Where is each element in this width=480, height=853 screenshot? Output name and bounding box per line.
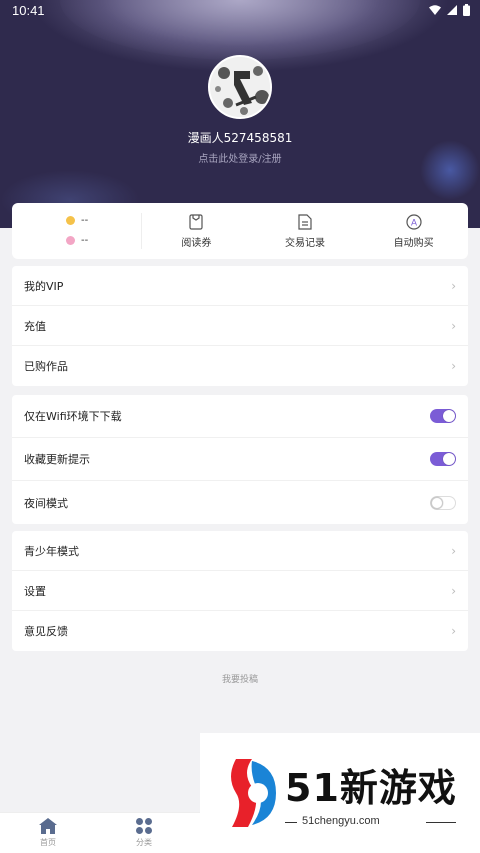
auto-buy-icon: A bbox=[406, 213, 422, 230]
menu-item-label: 设置 bbox=[24, 584, 46, 598]
menu-item-settings[interactable]: 设置 › bbox=[12, 571, 468, 611]
night-mode-toggle[interactable] bbox=[430, 495, 456, 510]
toggle-knob bbox=[443, 410, 455, 422]
watermark-logo-icon bbox=[231, 759, 276, 827]
menu-item-feedback[interactable]: 意见反馈 › bbox=[12, 611, 468, 651]
toggle-knob bbox=[443, 453, 455, 465]
chevron-right-icon: › bbox=[451, 543, 456, 558]
status-time: 10:41 bbox=[12, 3, 45, 18]
toggle-knob bbox=[431, 496, 443, 509]
wifi-icon bbox=[429, 5, 441, 15]
watermark-line bbox=[285, 822, 297, 823]
submit-work-link[interactable]: 我要投稿 bbox=[0, 672, 480, 685]
menu-item-purchased-works[interactable]: 已购作品 › bbox=[12, 346, 468, 386]
chevron-right-icon: › bbox=[451, 278, 456, 293]
username[interactable]: 漫画人527458581 bbox=[0, 129, 480, 146]
settings-toggles: 仅在Wifi环境下下载 收藏更新提示 夜间模式 bbox=[12, 395, 468, 524]
chevron-right-icon: › bbox=[451, 583, 456, 598]
avatar[interactable] bbox=[208, 55, 272, 119]
gold-coin-icon bbox=[66, 216, 75, 225]
watermark-line bbox=[426, 822, 456, 823]
menu-item-label: 我的VIP bbox=[24, 279, 64, 293]
menu-item-label: 青少年模式 bbox=[24, 544, 79, 558]
coin-balance-pink[interactable]: -- bbox=[66, 235, 88, 246]
nav-home[interactable]: 首页 bbox=[18, 817, 78, 848]
menu-item-label: 充值 bbox=[24, 319, 46, 333]
chevron-right-icon: › bbox=[451, 318, 456, 333]
setting-wifi-only-download: 仅在Wifi环境下下载 bbox=[12, 395, 468, 438]
coin-value: -- bbox=[81, 235, 89, 246]
coin-value: -- bbox=[81, 215, 89, 226]
menu-item-recharge[interactable]: 充值 › bbox=[12, 306, 468, 346]
stat-label: 阅读券 bbox=[181, 237, 212, 249]
nav-label: 分类 bbox=[136, 838, 152, 847]
menu-item-label: 意见反馈 bbox=[24, 625, 68, 638]
status-bar: 10:41 bbox=[0, 0, 480, 22]
grid-icon bbox=[136, 818, 152, 834]
transaction-record-button[interactable]: 交易记录 bbox=[251, 203, 360, 259]
document-icon bbox=[298, 213, 312, 230]
battery-icon bbox=[463, 4, 470, 16]
general-menu: 青少年模式 › 设置 › 意见反馈 › bbox=[12, 531, 468, 651]
chevron-right-icon: › bbox=[451, 359, 456, 373]
stats-card: -- -- 阅读券 交易记录 A 自动购买 bbox=[12, 203, 468, 259]
chevron-right-icon: › bbox=[451, 624, 456, 638]
profile-header: 10:41 漫画人527458581 点击此处登录/注册 bbox=[0, 0, 480, 228]
svg-text:A: A bbox=[411, 217, 417, 227]
nav-category[interactable]: 分类 bbox=[114, 817, 174, 848]
watermark: 51新游戏 51chengyu.com bbox=[200, 733, 480, 833]
wifi-download-toggle[interactable] bbox=[430, 409, 456, 423]
signal-icon bbox=[447, 5, 457, 15]
account-menu: 我的VIP › 充值 › 已购作品 › bbox=[12, 266, 468, 386]
pink-coin-icon bbox=[66, 236, 75, 245]
watermark-url: 51chengyu.com bbox=[302, 815, 380, 827]
nav-label: 首页 bbox=[40, 838, 56, 847]
coin-balances: -- -- bbox=[12, 213, 142, 249]
avatar-logo-icon bbox=[210, 57, 270, 117]
ticket-icon bbox=[189, 213, 203, 230]
menu-item-youth-mode[interactable]: 青少年模式 › bbox=[12, 531, 468, 571]
auto-buy-button[interactable]: A 自动购买 bbox=[359, 203, 468, 259]
login-hint[interactable]: 点击此处登录/注册 bbox=[0, 150, 480, 165]
menu-item-label: 已购作品 bbox=[24, 360, 68, 373]
stat-label: 自动购买 bbox=[393, 237, 434, 249]
header-decoration bbox=[420, 140, 480, 200]
stat-label: 交易记录 bbox=[285, 237, 325, 249]
setting-update-notification: 收藏更新提示 bbox=[12, 438, 468, 481]
setting-label: 收藏更新提示 bbox=[24, 453, 90, 466]
coin-balance-gold[interactable]: -- bbox=[66, 215, 88, 226]
update-notification-toggle[interactable] bbox=[430, 452, 456, 466]
setting-label: 仅在Wifi环境下下载 bbox=[24, 410, 122, 423]
reading-ticket-button[interactable]: 阅读券 bbox=[142, 203, 251, 259]
setting-label: 夜间模式 bbox=[24, 496, 68, 510]
home-icon bbox=[39, 818, 57, 834]
watermark-text: 51新游戏 bbox=[285, 766, 457, 810]
setting-night-mode: 夜间模式 bbox=[12, 481, 468, 524]
menu-item-my-vip[interactable]: 我的VIP › bbox=[12, 266, 468, 306]
